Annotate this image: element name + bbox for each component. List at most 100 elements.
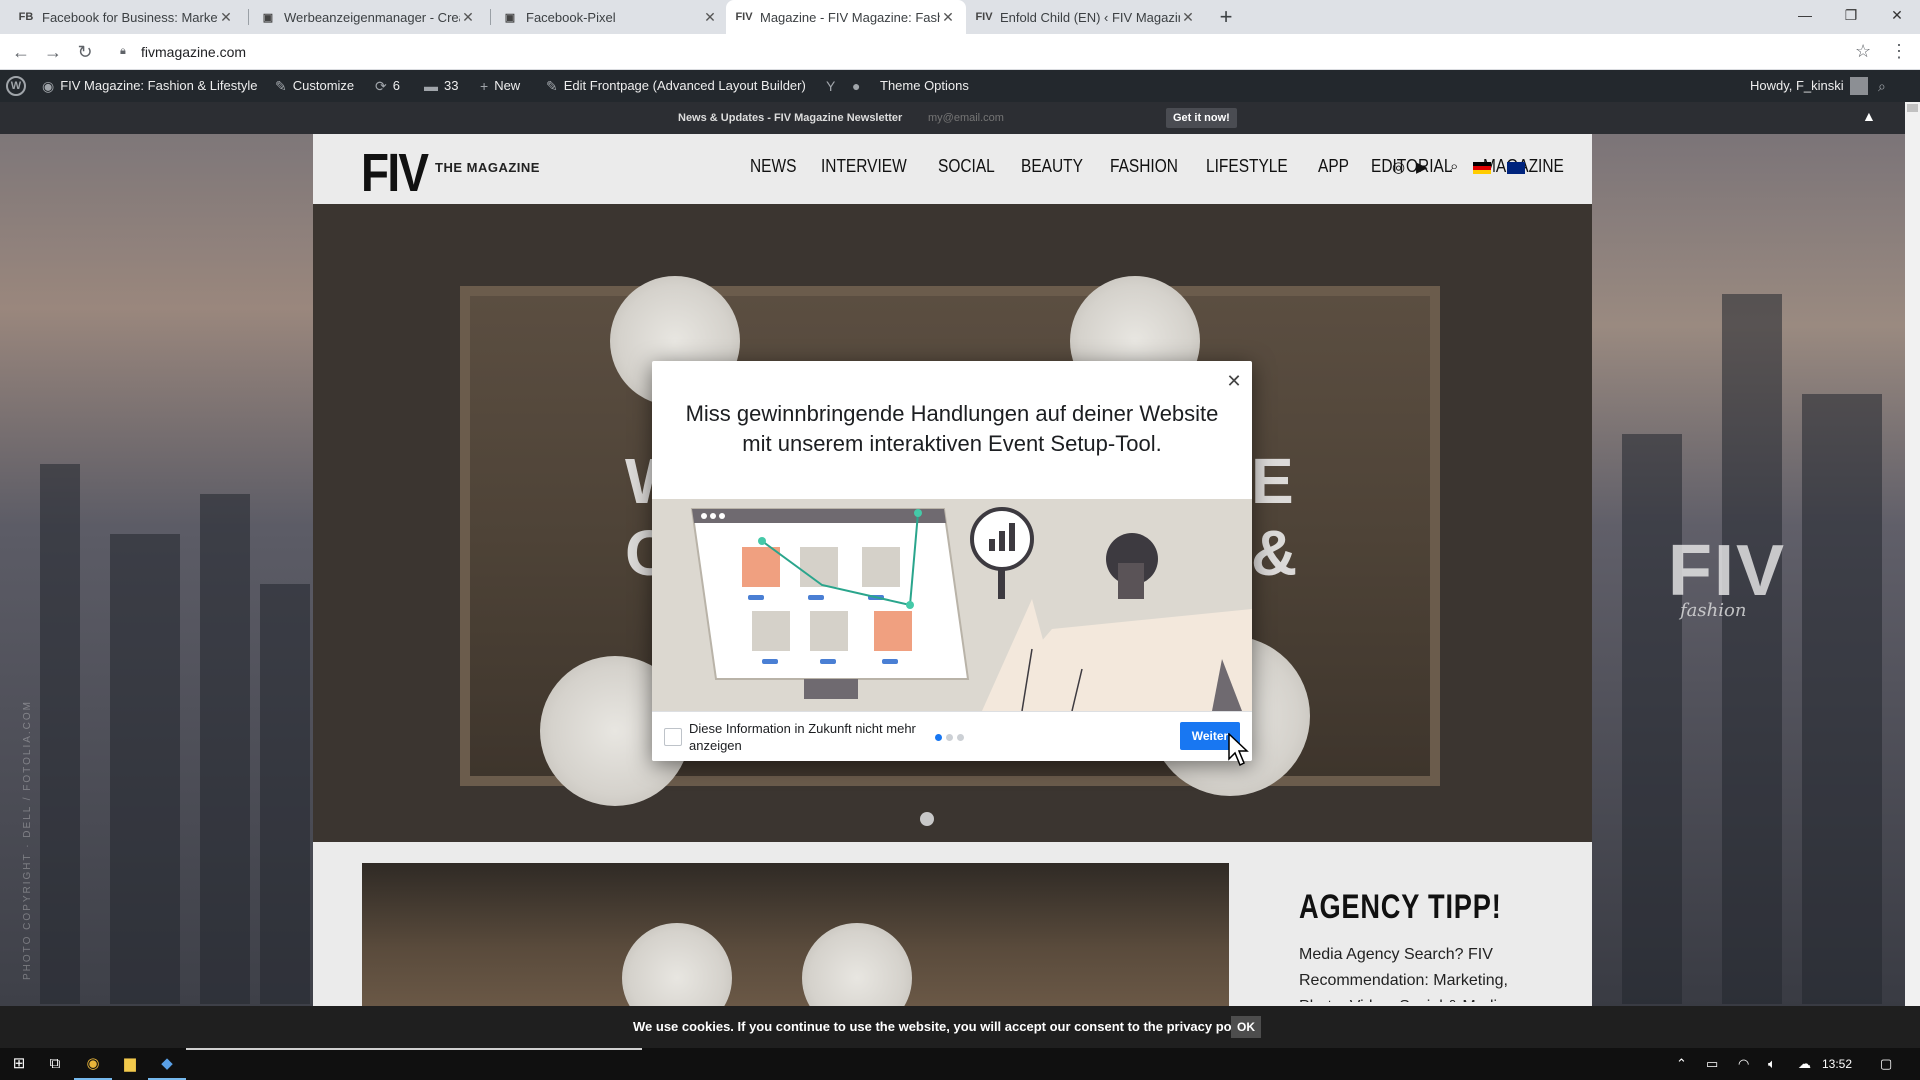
reload-icon[interactable]: ↻: [72, 40, 98, 64]
browser-tab-enfold-child[interactable]: FIV Enfold Child (EN) ‹ FIV Magazine ✕: [966, 0, 1206, 34]
german-flag-icon[interactable]: [1473, 162, 1491, 174]
updates-icon: ⟳: [375, 78, 387, 94]
wp-updates[interactable]: ⟳ 6: [375, 70, 400, 102]
browser-tab-facebook-business[interactable]: FB Facebook for Business: Marketing ✕: [8, 0, 244, 34]
task-view-icon[interactable]: ⧉: [36, 1048, 74, 1080]
fiv-favicon-icon: FIV: [975, 11, 993, 23]
close-tab-icon[interactable]: ✕: [702, 9, 718, 26]
modal-footer: Diese Information in Zukunft nicht mehr …: [652, 711, 1252, 761]
site-logo-subtitle: THE MAGAZINE: [435, 160, 540, 175]
volume-icon[interactable]: 🔈︎: [1768, 1048, 1776, 1080]
restore-button[interactable]: ❐: [1828, 0, 1874, 30]
pager-dot[interactable]: [946, 734, 953, 741]
wp-admin-bar: W ◉ FIV Magazine: Fashion & Lifestyle ✎ …: [0, 70, 1920, 102]
uk-flag-icon[interactable]: [1507, 162, 1525, 174]
site-logo[interactable]: FIV: [361, 142, 429, 204]
tab-label: Magazine - FIV Magazine: Fashio: [760, 9, 940, 25]
wp-edit-frontpage[interactable]: ✎ Edit Frontpage (Advanced Layout Builde…: [546, 70, 806, 102]
close-icon[interactable]: ✕: [1224, 371, 1244, 391]
newsletter-email-input[interactable]: [924, 108, 1160, 128]
wp-new[interactable]: + New: [480, 70, 520, 102]
browser-tab-facebook-pixel[interactable]: ▣ Facebook-Pixel ✕: [492, 0, 728, 34]
collapse-arrow-icon[interactable]: ▲: [1862, 108, 1876, 124]
youtube-icon[interactable]: ▶: [1416, 158, 1428, 176]
nav-fashion[interactable]: FASHION: [1110, 156, 1178, 177]
browser-menu-icon[interactable]: ⋮: [1890, 41, 1908, 62]
newsletter-submit-button[interactable]: Get it now!: [1166, 108, 1237, 128]
plus-icon: +: [480, 78, 489, 94]
cookie-notice: We use cookies. If you continue to use t…: [633, 1019, 1256, 1034]
page-favicon-icon: ▣: [262, 11, 274, 24]
agency-tipp-text: Media Agency Search? FIV Recommendation:…: [1299, 946, 1508, 1002]
windows-start-icon[interactable]: ⊞: [0, 1048, 38, 1080]
url-field[interactable]: fivmagazine.com: [141, 44, 246, 60]
pager-dot[interactable]: [957, 734, 964, 741]
page-scrollbar[interactable]: [1905, 102, 1920, 1006]
back-icon[interactable]: ←: [8, 40, 34, 64]
close-tab-icon[interactable]: ✕: [1180, 9, 1196, 26]
windows-taskbar: ⊞ ⧉ ◉ ▆ ◆ ⌃ ▭ ◠ 🔈︎ ☁ 13:52 ▢: [0, 1048, 1920, 1080]
wordpress-logo-icon[interactable]: W: [6, 70, 26, 102]
article-thumbnail[interactable]: [362, 863, 1229, 1006]
dashboard-icon: ◉: [42, 78, 55, 94]
cookie-ok-button[interactable]: OK: [1231, 1016, 1261, 1038]
taskbar-clock[interactable]: 13:52: [1822, 1048, 1852, 1080]
close-tab-icon[interactable]: ✕: [218, 9, 234, 26]
wp-theme-options[interactable]: Theme Options: [880, 70, 969, 102]
content-area: AGENCY TIPP! Media Agency Search? FIV Re…: [313, 842, 1592, 1006]
nav-news[interactable]: NEWS: [750, 156, 796, 177]
taskbar-progress: [186, 1048, 642, 1050]
avatar: [1849, 77, 1868, 95]
pencil-icon: ✎: [546, 78, 558, 94]
close-window-button[interactable]: ✕: [1874, 0, 1920, 30]
status-dot-icon: ●: [852, 78, 861, 94]
nav-beauty[interactable]: BEAUTY: [1021, 156, 1083, 177]
address-bar: ← → ↻ 🔒︎ fivmagazine.com ☆ ⋮: [0, 34, 1920, 70]
nav-app[interactable]: APP: [1318, 156, 1349, 177]
tray-chevron-icon[interactable]: ⌃: [1676, 1048, 1687, 1080]
close-tab-icon[interactable]: ✕: [940, 9, 956, 26]
modal-illustration: [652, 499, 1252, 711]
site-header: FIV THE MAGAZINE NEWS INTERVIEW SOCIAL B…: [313, 134, 1592, 204]
tab-label: Werbeanzeigenmanager - Creatio: [284, 9, 460, 25]
wp-site-name[interactable]: ◉ FIV Magazine: Fashion & Lifestyle: [42, 70, 257, 102]
main-navigation: NEWS INTERVIEW SOCIAL BEAUTY FASHION LIF…: [750, 156, 1594, 177]
file-explorer-icon[interactable]: ▆: [111, 1048, 149, 1080]
instagram-icon[interactable]: ◎: [1392, 158, 1405, 176]
notifications-icon[interactable]: ▢: [1880, 1048, 1892, 1080]
close-tab-icon[interactable]: ✕: [460, 9, 476, 26]
pager-dot[interactable]: [935, 734, 942, 741]
bookmark-star-icon[interactable]: ☆: [1855, 41, 1871, 62]
browser-tab-fiv-magazine[interactable]: FIV Magazine - FIV Magazine: Fashio ✕: [726, 0, 966, 34]
forward-icon[interactable]: →: [40, 40, 66, 64]
lock-icon: 🔒︎: [120, 45, 126, 57]
nav-interview[interactable]: INTERVIEW: [821, 156, 907, 177]
nav-social[interactable]: SOCIAL: [938, 156, 995, 177]
dont-show-again-label: Diese Information in Zukunft nicht mehr …: [689, 721, 916, 753]
minimize-button[interactable]: —: [1782, 0, 1828, 30]
browser-tab-ads-manager[interactable]: ▣ Werbeanzeigenmanager - Creatio ✕: [250, 0, 486, 34]
wp-customize[interactable]: ✎ Customize: [275, 70, 354, 102]
chrome-taskbar-icon[interactable]: ◉: [74, 1048, 112, 1080]
new-tab-button[interactable]: +: [1212, 4, 1240, 30]
search-icon[interactable]: ⌕: [1450, 158, 1458, 175]
yoast-icon[interactable]: Y: [826, 70, 841, 102]
battery-icon[interactable]: ▭: [1706, 1048, 1718, 1080]
app-taskbar-icon[interactable]: ◆: [148, 1048, 186, 1080]
browser-tab-bar: FB Facebook for Business: Marketing ✕ ▣ …: [0, 0, 1920, 34]
wp-comments[interactable]: ▬ 33: [424, 70, 458, 102]
comment-icon: ▬: [424, 78, 438, 94]
slider-dot[interactable]: [920, 812, 934, 826]
dont-show-again-checkbox[interactable]: [664, 728, 682, 746]
onedrive-icon[interactable]: ☁: [1798, 1048, 1811, 1080]
tab-label: Facebook for Business: Marketing: [42, 9, 218, 25]
modal-pager: [935, 734, 968, 741]
wifi-icon[interactable]: ◠: [1738, 1048, 1749, 1080]
wp-search-icon[interactable]: ⌕: [1878, 70, 1892, 102]
newsletter-label: News & Updates - FIV Magazine Newsletter: [678, 112, 903, 124]
nav-lifestyle[interactable]: LIFESTYLE: [1206, 156, 1288, 177]
mouse-cursor-icon: [1228, 733, 1249, 767]
scrollbar-thumb[interactable]: [1907, 104, 1918, 112]
nav-editorial[interactable]: EDITORIAL: [1371, 156, 1452, 177]
wp-account-menu[interactable]: Howdy, F_kinski: [1750, 70, 1868, 102]
